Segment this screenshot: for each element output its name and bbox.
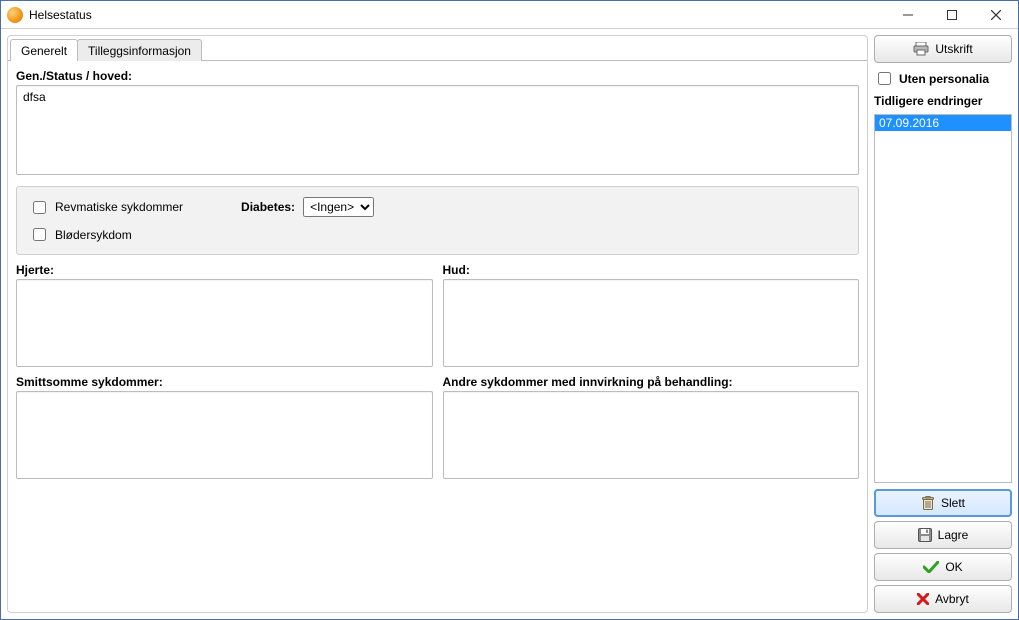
check-bloder-box[interactable]	[33, 228, 46, 241]
gen-status-section: Gen./Status / hoved:	[16, 69, 859, 178]
diabetes-label: Diabetes:	[241, 200, 295, 214]
conditions-row-1: Revmatiske sykdommer Diabetes: <Ingen>	[29, 197, 846, 217]
check-uten-personalia-box[interactable]	[878, 72, 891, 85]
hjerte-section: Hjerte:	[16, 263, 433, 367]
print-icon	[913, 42, 929, 56]
hjerte-input[interactable]	[16, 279, 433, 367]
print-button-label: Utskrift	[935, 42, 972, 56]
save-icon	[918, 528, 932, 542]
check-uten-personalia[interactable]: Uten personalia	[874, 69, 1012, 88]
cancel-button[interactable]: Avbryt	[874, 585, 1012, 613]
window-title: Helsestatus	[29, 8, 886, 22]
gen-status-label: Gen./Status / hoved:	[16, 69, 859, 83]
smittsomme-label: Smittsomme sykdommer:	[16, 375, 433, 389]
check-bloder[interactable]: Blødersykdom	[29, 225, 132, 244]
delete-button[interactable]: Slett	[874, 489, 1012, 517]
minimize-button[interactable]	[886, 1, 930, 28]
hud-label: Hud:	[443, 263, 860, 277]
minimize-icon	[903, 10, 913, 20]
tabs: Generelt Tilleggsinformasjon	[8, 36, 867, 60]
conditions-row-2: Blødersykdom	[29, 225, 846, 244]
save-button[interactable]: Lagre	[874, 521, 1012, 549]
diabetes-select[interactable]: <Ingen>	[303, 197, 374, 217]
andre-label: Andre sykdommer med innvirkning på behan…	[443, 375, 860, 389]
check-bloder-label: Blødersykdom	[55, 228, 132, 242]
bottom-buttons: Slett Lagre OK	[874, 489, 1012, 613]
smittsomme-section: Smittsomme sykdommer:	[16, 375, 433, 479]
history-label: Tidligere endringer	[874, 94, 1012, 108]
conditions-panel: Revmatiske sykdommer Diabetes: <Ingen>	[16, 186, 859, 255]
ok-button-label: OK	[945, 560, 962, 574]
x-icon	[917, 593, 929, 605]
maximize-button[interactable]	[930, 1, 974, 28]
side-panel: Utskrift Uten personalia Tidligere endri…	[874, 35, 1012, 613]
history-list[interactable]: 07.09.2016	[874, 114, 1012, 483]
hud-input[interactable]	[443, 279, 860, 367]
check-revmatiske-box[interactable]	[33, 201, 46, 214]
hud-section: Hud:	[443, 263, 860, 367]
ok-button[interactable]: OK	[874, 553, 1012, 581]
titlebar: Helsestatus	[1, 1, 1018, 29]
body: Generelt Tilleggsinformasjon Gen./Status…	[1, 29, 1018, 619]
app-icon	[7, 7, 23, 23]
check-uten-personalia-label: Uten personalia	[899, 72, 989, 86]
history-item[interactable]: 07.09.2016	[875, 115, 1011, 131]
trash-icon	[921, 496, 935, 510]
window-controls	[886, 1, 1018, 28]
print-button[interactable]: Utskrift	[874, 35, 1012, 63]
window: Helsestatus Generelt Tilleggsinformasjon…	[0, 0, 1019, 620]
main-panel: Generelt Tilleggsinformasjon Gen./Status…	[7, 35, 868, 613]
tab-tillegg[interactable]: Tilleggsinformasjon	[77, 39, 202, 61]
check-revmatiske-label: Revmatiske sykdommer	[55, 200, 183, 214]
tab-generelt[interactable]: Generelt	[10, 39, 78, 61]
andre-input[interactable]	[443, 391, 860, 479]
gen-status-input[interactable]	[16, 85, 859, 175]
tab-content: Gen./Status / hoved: Revmatiske sykdomme…	[8, 60, 867, 612]
row-smittsomme-andre: Smittsomme sykdommer: Andre sykdommer me…	[16, 375, 859, 479]
andre-section: Andre sykdommer med innvirkning på behan…	[443, 375, 860, 479]
check-revmatiske[interactable]: Revmatiske sykdommer	[29, 198, 183, 217]
smittsomme-input[interactable]	[16, 391, 433, 479]
cancel-button-label: Avbryt	[935, 592, 969, 606]
maximize-icon	[947, 10, 957, 20]
diabetes-field: Diabetes: <Ingen>	[241, 197, 374, 217]
check-icon	[923, 561, 939, 573]
save-button-label: Lagre	[938, 528, 969, 542]
delete-button-label: Slett	[941, 496, 965, 510]
hjerte-label: Hjerte:	[16, 263, 433, 277]
close-icon	[991, 10, 1001, 20]
close-button[interactable]	[974, 1, 1018, 28]
row-hjerte-hud: Hjerte: Hud:	[16, 263, 859, 367]
